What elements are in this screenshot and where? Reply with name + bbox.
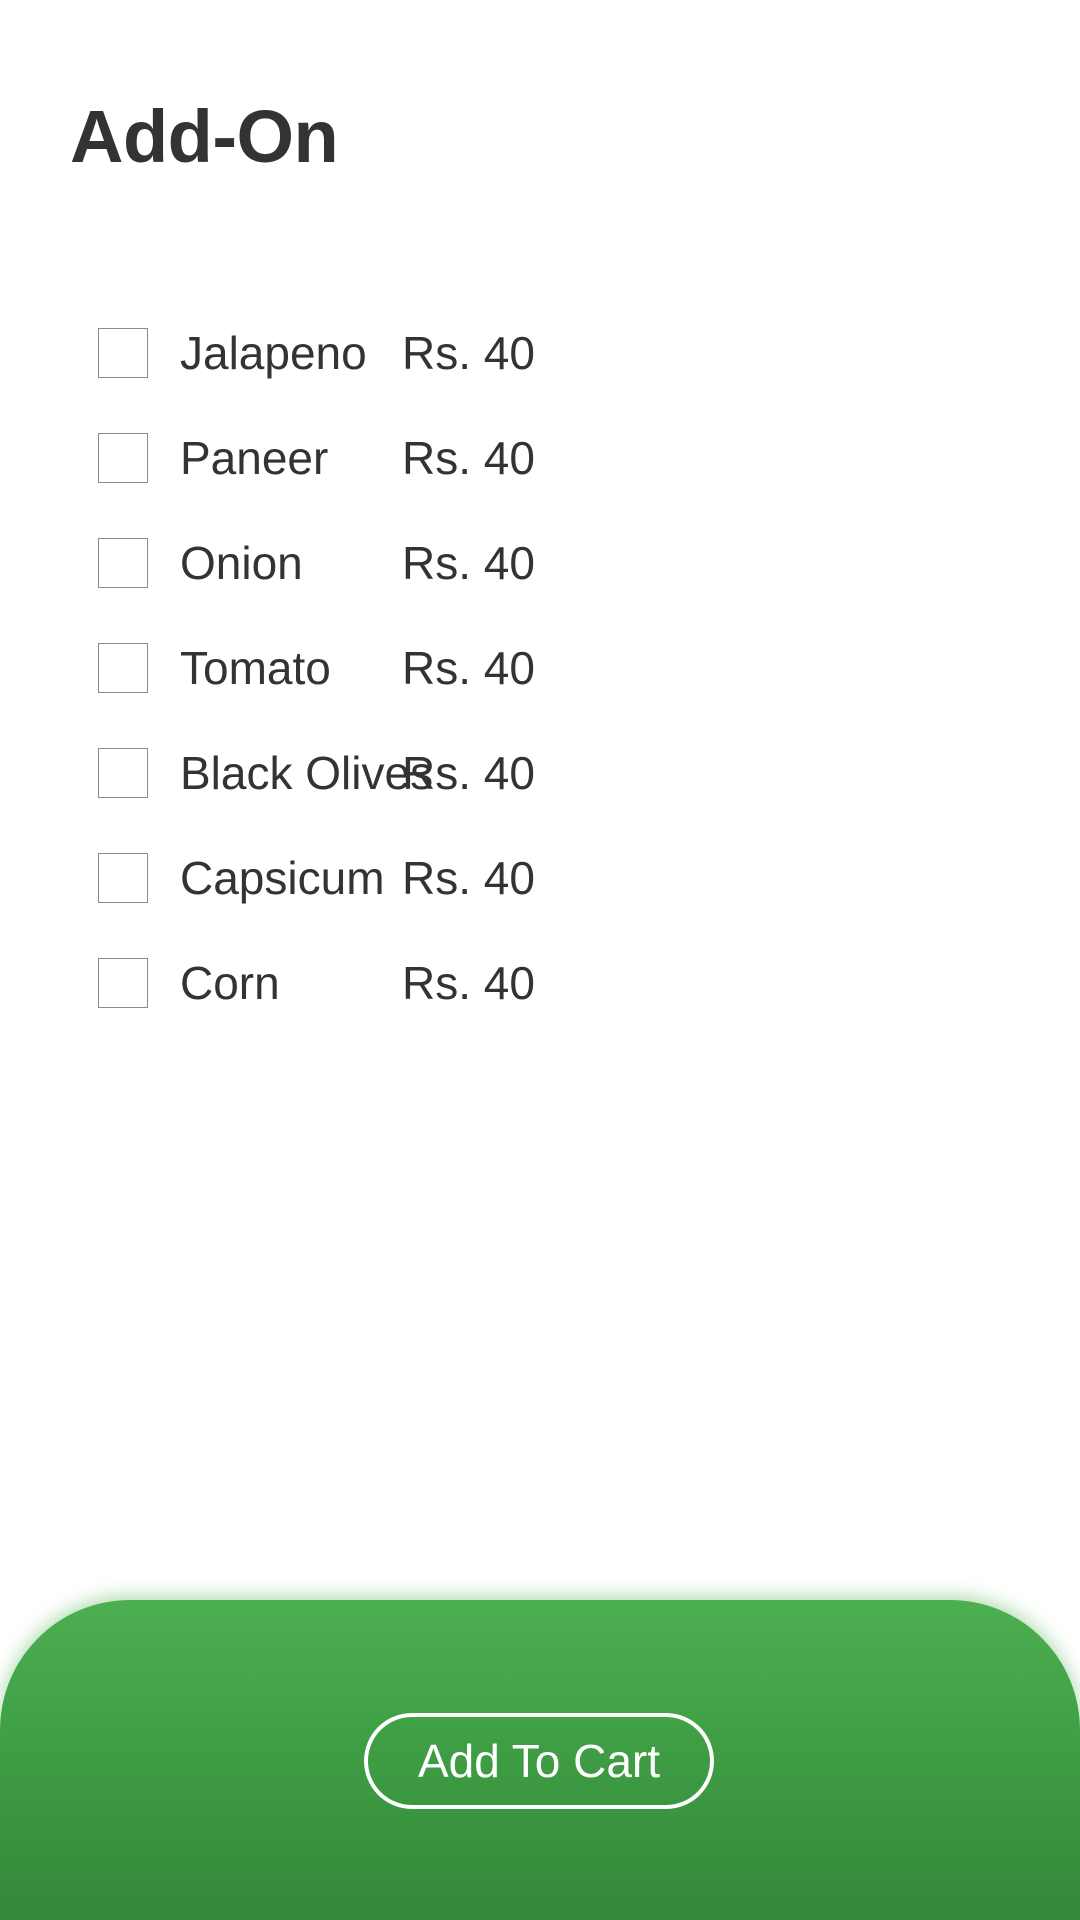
addon-name: Onion [180, 536, 303, 589]
addon-name: Corn [180, 956, 280, 1009]
addon-list: Jalapeno Rs. 40 Paneer Rs. 40 Onion Rs. … [98, 300, 798, 1035]
addon-checkbox[interactable] [98, 432, 148, 483]
addon-checkbox[interactable] [98, 747, 148, 798]
addon-item-onion[interactable]: Onion Rs. 40 [98, 510, 798, 615]
addon-name: Black Olives [180, 746, 434, 799]
addon-checkbox[interactable] [98, 642, 148, 693]
addon-name: Jalapeno [180, 326, 367, 379]
addon-checkbox[interactable] [98, 327, 148, 378]
addon-checkbox[interactable] [98, 852, 148, 903]
addon-price: Rs. 40 [402, 641, 535, 694]
addon-price: Rs. 40 [402, 746, 535, 799]
addon-item-tomato[interactable]: Tomato Rs. 40 [98, 615, 798, 720]
addon-price: Rs. 40 [402, 536, 535, 589]
addon-item-jalapeno[interactable]: Jalapeno Rs. 40 [98, 300, 798, 405]
addon-item-paneer[interactable]: Paneer Rs. 40 [98, 405, 798, 510]
page-title: Add-On [70, 95, 339, 178]
addon-name: Paneer [180, 431, 329, 484]
addon-checkbox[interactable] [98, 537, 148, 588]
addon-price: Rs. 40 [402, 851, 535, 904]
addon-price: Rs. 40 [402, 956, 535, 1009]
addon-item-black-olives[interactable]: Black Olives Rs. 40 [98, 720, 798, 825]
addon-price: Rs. 40 [402, 431, 535, 484]
addon-price: Rs. 40 [402, 326, 535, 379]
addon-name: Capsicum [180, 851, 385, 904]
addon-item-capsicum[interactable]: Capsicum Rs. 40 [98, 825, 798, 930]
addon-item-corn[interactable]: Corn Rs. 40 [98, 930, 798, 1035]
addon-name: Tomato [180, 641, 331, 694]
add-to-cart-button[interactable]: Add To Cart [364, 1713, 714, 1809]
bottom-action-panel: Add To Cart [0, 1600, 1080, 1920]
addon-checkbox[interactable] [98, 957, 148, 1008]
